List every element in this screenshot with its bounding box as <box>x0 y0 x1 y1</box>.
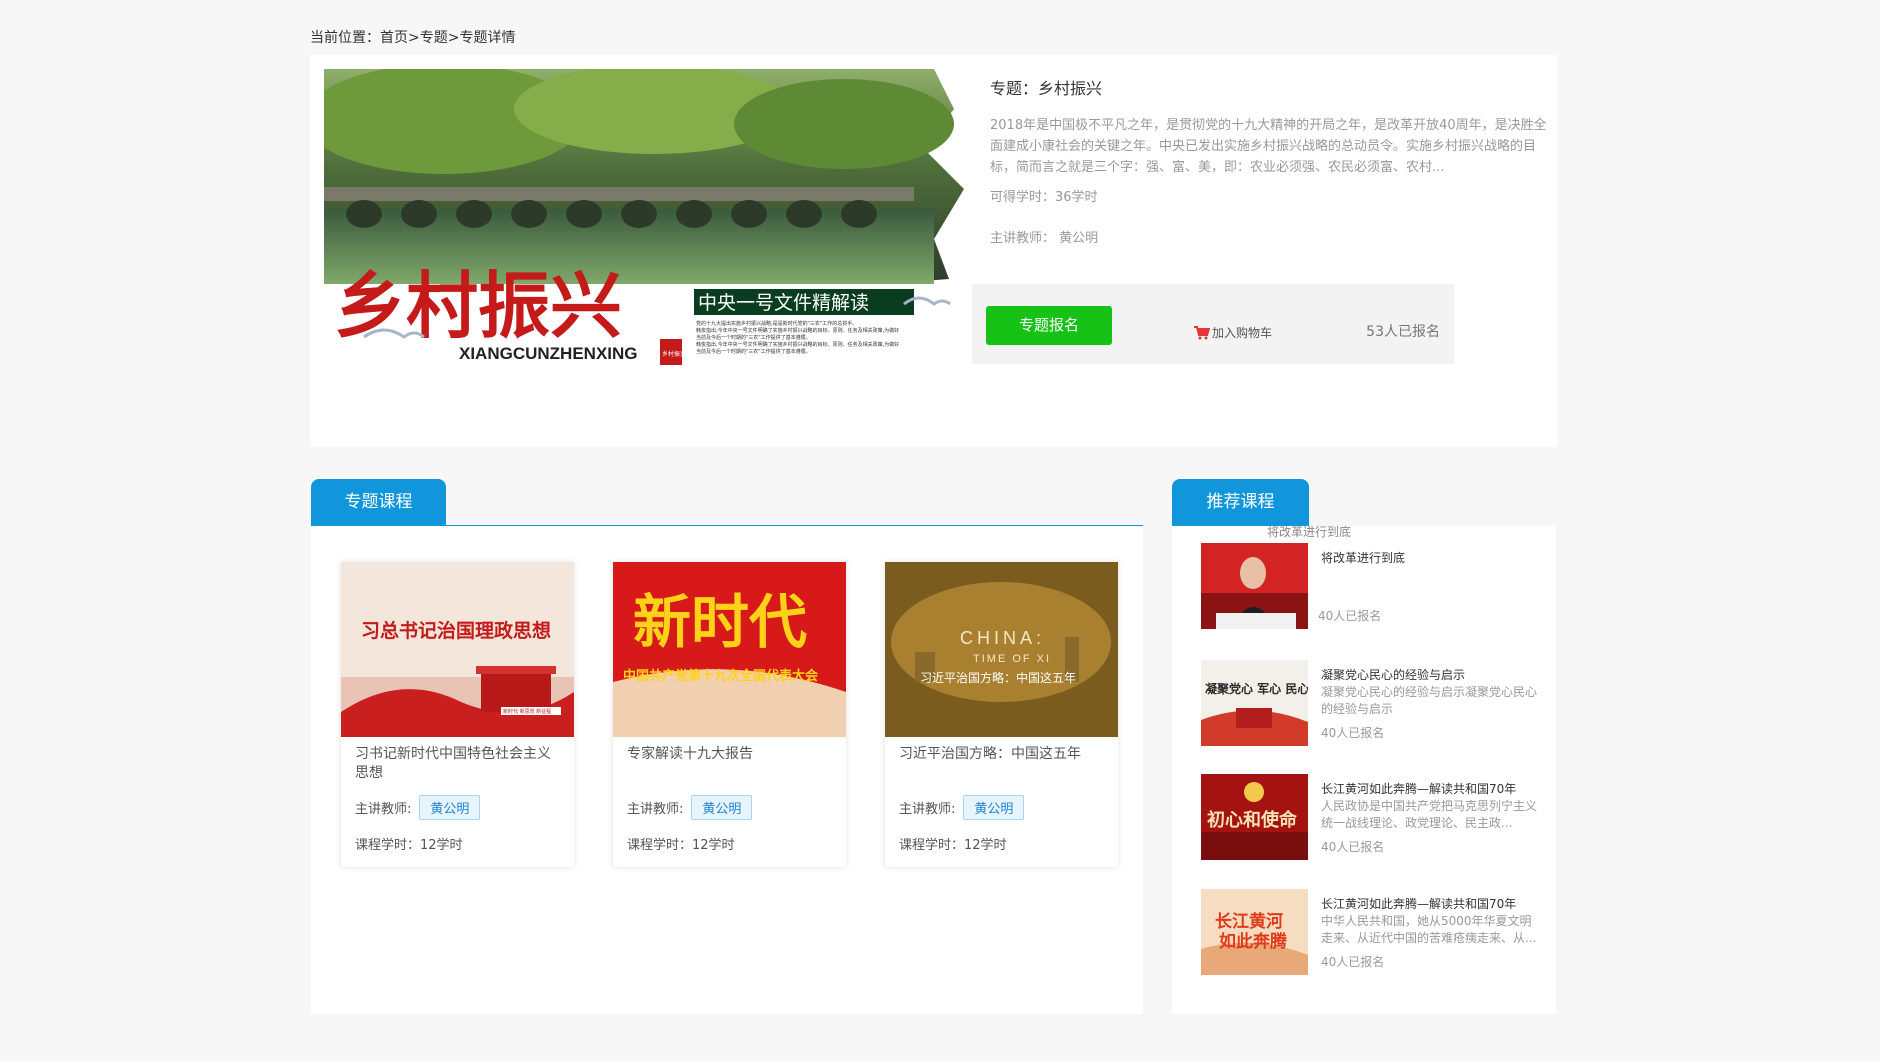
course-thumbnail: 新时代 中国共产党第十九次全国代表大会 <box>613 562 846 737</box>
course-hours: 课程学时：12学时 <box>899 838 1007 853</box>
topic-courses-panel: 习总书记治国理政思想 新时代 新思想 新征程 习书记新时代中国特色社会主义思想 … <box>311 526 1143 1014</box>
svg-text:XIANGCUNZHENXING: XIANGCUNZHENXING <box>459 344 638 363</box>
svg-text:习总书记治国理政思想: 习总书记治国理政思想 <box>361 619 551 642</box>
svg-text:新时代: 新时代 <box>633 588 807 656</box>
svg-text:长江黄河: 长江黄河 <box>1215 911 1283 932</box>
add-to-cart-link[interactable]: 加入购物车 <box>1194 324 1272 341</box>
topic-hours: 可得学时：36学时 <box>990 190 1098 205</box>
recommended-title[interactable]: 长江黄河如此奔腾—解读共和国70年 <box>1321 895 1551 912</box>
recommended-enroll-count: 40人已报名 <box>1318 609 1382 623</box>
breadcrumb-label: 当前位置： <box>310 30 380 46</box>
tab-recommended-courses[interactable]: 推荐课程 <box>1172 479 1309 526</box>
tab-topic-courses[interactable]: 专题课程 <box>311 479 446 526</box>
recommended-item[interactable]: 长江黄河 如此奔腾 长江黄河如此奔腾—解读共和国70年 中华人民共和国，她从50… <box>1201 889 1551 975</box>
teacher-label: 主讲教师: <box>355 802 412 817</box>
svg-text:中央一号文件精解读: 中央一号文件精解读 <box>698 292 869 314</box>
recommended-item[interactable]: 初心和使命 长江黄河如此奔腾—解读共和国70年 人民政协是中国共产党把马克思列宁… <box>1201 774 1551 860</box>
svg-text:如此奔腾: 如此奔腾 <box>1219 931 1288 952</box>
svg-text:韩俊指出,今年中央一号文件明确了实施乡村振兴战略的目标、原则: 韩俊指出,今年中央一号文件明确了实施乡村振兴战略的目标、原则、任务及相关政策,为… <box>696 327 899 334</box>
recommended-floating-title: 将改革进行到底 <box>1267 525 1352 539</box>
topic-teacher: 主讲教师： 黄公明 <box>990 231 1099 246</box>
course-teacher: 主讲教师: 黄公明 <box>341 785 574 820</box>
recommended-description: 人民政协是中国共产党把马克思列宁主义统一战线理论、政党理论、民主政... <box>1321 799 1538 830</box>
teacher-tag[interactable]: 黄公明 <box>691 795 753 820</box>
topic-description: 2018年是中国极不平凡之年，是贯彻党的十九大精神的开局之年，是改革开放40周年… <box>990 118 1547 175</box>
svg-text:CHINA:: CHINA: <box>960 628 1045 648</box>
recommended-title[interactable]: 将改革进行到底 <box>1321 549 1551 566</box>
teacher-tag[interactable]: 黄公明 <box>963 795 1025 820</box>
recommended-enroll-count: 40人已报名 <box>1321 840 1385 854</box>
shopping-cart-icon <box>1194 325 1210 339</box>
svg-text:凝聚党心 军心 民心: 凝聚党心 军心 民心 <box>1205 681 1308 696</box>
recommended-courses-panel: 将改革进行到底 将改革进行到底 40人已报名 凝聚党心 军心 民心 凝聚党心民心… <box>1172 525 1556 1014</box>
svg-text:中国共产党第十九次全国代表大会: 中国共产党第十九次全国代表大会 <box>623 668 819 684</box>
recommended-enroll-count: 40人已报名 <box>1321 726 1385 740</box>
recommended-enroll-count: 40人已报名 <box>1321 955 1385 969</box>
recommended-title[interactable]: 长江黄河如此奔腾—解读共和国70年 <box>1321 780 1551 797</box>
svg-text:TIME OF XI: TIME OF XI <box>973 653 1051 665</box>
recommended-description: 凝聚党心民心的经验与启示凝聚党心民心的经验与启示 <box>1321 685 1538 716</box>
breadcrumb-path[interactable]: 首页>专题>专题详情 <box>380 30 515 46</box>
course-name[interactable]: 习近平治国方略：中国这五年 <box>885 737 1118 785</box>
svg-text:习近平治国方略：中国这五年: 习近平治国方略：中国这五年 <box>920 670 1076 685</box>
course-name[interactable]: 习书记新时代中国特色社会主义思想 <box>341 737 574 785</box>
recommended-item[interactable]: 凝聚党心 军心 民心 凝聚党心民心的经验与启示 凝聚党心民心的经验与启示凝聚党心… <box>1201 660 1551 746</box>
recommended-description <box>1321 567 1541 601</box>
teacher-tag[interactable]: 黄公明 <box>419 795 481 820</box>
teacher-label: 主讲教师: <box>899 802 956 817</box>
topic-banner-image: 乡村振兴 中央一号文件精解读 XIANGCUNZHENXING 乡村振兴 党的十… <box>324 69 964 369</box>
breadcrumb: 当前位置：首页>专题>专题详情 <box>310 27 515 47</box>
recommended-thumbnail: 凝聚党心 军心 民心 <box>1201 660 1308 746</box>
svg-text:新时代 新思想 新征程: 新时代 新思想 新征程 <box>503 708 551 715</box>
course-name[interactable]: 专家解读十九大报告 <box>613 737 846 785</box>
course-hours: 课程学时：12学时 <box>355 838 463 853</box>
recommended-thumbnail: 初心和使命 <box>1201 774 1308 860</box>
course-thumbnail: CHINA: TIME OF XI 习近平治国方略：中国这五年 <box>885 562 1118 737</box>
topic-title: 专题：乡村振兴 <box>990 79 1103 98</box>
recommended-item[interactable]: 将改革进行到底 40人已报名 <box>1201 543 1551 629</box>
svg-text:初心和使命: 初心和使命 <box>1207 809 1298 831</box>
recommended-thumbnail: 长江黄河 如此奔腾 <box>1201 889 1308 975</box>
svg-text:当前及今后一个时期的"三农"工作提供了基本遵循。: 当前及今后一个时期的"三农"工作提供了基本遵循。 <box>696 334 811 341</box>
course-hours: 课程学时：12学时 <box>627 838 735 853</box>
svg-text:党的十九大提出实施乡村振兴战略,是是新时代党的"三农"工作的: 党的十九大提出实施乡村振兴战略,是是新时代党的"三农"工作的总抓手。 <box>696 320 857 327</box>
course-teacher: 主讲教师: 黄公明 <box>613 785 846 820</box>
svg-text:当前及今后一个时期的"三农"工作提供了基本遵循。: 当前及今后一个时期的"三农"工作提供了基本遵循。 <box>696 348 811 355</box>
course-teacher: 主讲教师: 黄公明 <box>885 785 1118 820</box>
topic-action-bar: 专题报名 加入购物车 53人已报名 <box>972 284 1454 364</box>
topic-panel: 乡村振兴 中央一号文件精解读 XIANGCUNZHENXING 乡村振兴 党的十… <box>310 55 1557 447</box>
course-card[interactable]: 新时代 中国共产党第十九次全国代表大会 专家解读十九大报告 主讲教师: 黄公明 … <box>613 562 846 867</box>
course-card[interactable]: 习总书记治国理政思想 新时代 新思想 新征程 习书记新时代中国特色社会主义思想 … <box>341 562 574 867</box>
recommended-description: 中华人民共和国，她从5000年华夏文明走来、从近代中国的苦难疮痍走来、从... <box>1321 914 1537 945</box>
svg-text:韩俊指出,今年中央一号文件明确了实施乡村振兴战略的目标、原则: 韩俊指出,今年中央一号文件明确了实施乡村振兴战略的目标、原则、任务及相关政策,为… <box>696 341 899 348</box>
course-thumbnail: 习总书记治国理政思想 新时代 新思想 新征程 <box>341 562 574 737</box>
add-to-cart-label: 加入购物车 <box>1212 326 1273 340</box>
teacher-label: 主讲教师: <box>627 802 684 817</box>
course-card[interactable]: CHINA: TIME OF XI 习近平治国方略：中国这五年 习近平治国方略：… <box>885 562 1118 867</box>
recommended-title[interactable]: 凝聚党心民心的经验与启示 <box>1321 666 1551 683</box>
topic-enroll-button[interactable]: 专题报名 <box>986 306 1112 345</box>
svg-text:乡村振兴: 乡村振兴 <box>662 350 686 358</box>
enroll-count: 53人已报名 <box>1366 324 1440 340</box>
topic-info: 专题：乡村振兴 2018年是中国极不平凡之年，是贯彻党的十九大精神的开局之年，是… <box>990 75 1555 246</box>
recommended-thumbnail <box>1201 543 1308 629</box>
svg-text:乡村振兴: 乡村振兴 <box>334 263 622 348</box>
